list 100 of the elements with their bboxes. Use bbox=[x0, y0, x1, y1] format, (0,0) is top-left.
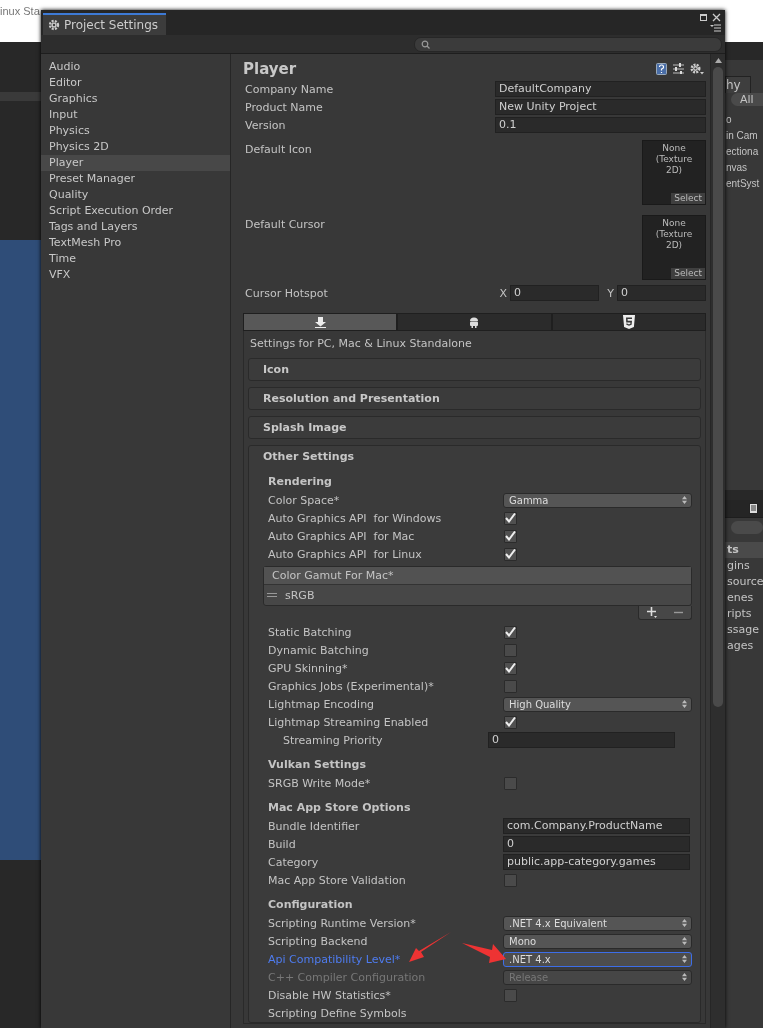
menu-icon[interactable] bbox=[710, 24, 721, 32]
gear-icon[interactable] bbox=[690, 62, 704, 75]
platform-heading: Settings for PC, Mac & Linux Standalone bbox=[250, 336, 473, 352]
checkbox[interactable] bbox=[504, 643, 517, 657]
project-item[interactable]: ages bbox=[725, 638, 763, 654]
text-field[interactable]: 0 bbox=[503, 836, 690, 852]
text-field[interactable]: DefaultCompany bbox=[495, 81, 706, 97]
sidebar-item[interactable]: Editor bbox=[41, 75, 230, 91]
dropdown[interactable]: .NET 4.x bbox=[503, 951, 692, 967]
list-item[interactable]: sRGB bbox=[264, 585, 691, 605]
dropdown[interactable]: .NET 4.x Equivalent bbox=[503, 915, 692, 931]
text-field[interactable]: com.Company.ProductName bbox=[503, 818, 690, 834]
hierarchy-search-field[interactable]: All bbox=[731, 93, 763, 106]
platform-tab[interactable] bbox=[397, 313, 552, 331]
gear-icon bbox=[48, 19, 60, 31]
setting-label: Lightmap Streaming Enabled bbox=[268, 715, 429, 729]
setting-label: Color Space* bbox=[268, 493, 340, 507]
texture-slot[interactable]: None (Texture 2D) Select bbox=[642, 215, 706, 280]
number-field[interactable]: 0 bbox=[510, 285, 599, 301]
hierarchy-item[interactable]: ectiona bbox=[725, 144, 763, 160]
sidebar-item[interactable]: Audio bbox=[41, 59, 230, 75]
project-item[interactable]: source bbox=[725, 574, 763, 590]
checkbox[interactable] bbox=[504, 715, 517, 729]
hierarchy-tab[interactable]: hy bbox=[725, 76, 751, 93]
checkbox[interactable] bbox=[504, 661, 517, 675]
checkbox[interactable] bbox=[504, 988, 517, 1002]
group-heading: Rendering bbox=[268, 475, 333, 489]
select-button[interactable]: Select bbox=[671, 268, 705, 279]
project-item[interactable]: ts bbox=[725, 542, 763, 558]
select-button[interactable]: Select bbox=[671, 193, 705, 204]
project-item[interactable]: gins bbox=[725, 558, 763, 574]
setting-label: Graphics Jobs (Experimental)* bbox=[268, 679, 434, 693]
texture-slot[interactable]: None (Texture 2D) Select bbox=[642, 140, 706, 205]
axis-label: X bbox=[498, 286, 507, 300]
project-item[interactable]: ssage bbox=[725, 622, 763, 638]
sidebar-item[interactable]: VFX bbox=[41, 267, 230, 283]
checkbox[interactable] bbox=[504, 511, 517, 525]
sidebar-item[interactable]: Script Execution Order bbox=[41, 203, 230, 219]
platform-tab[interactable] bbox=[551, 313, 706, 331]
close-icon[interactable] bbox=[712, 13, 721, 22]
hierarchy-item[interactable]: nvas bbox=[725, 160, 763, 176]
window-caption: inux Sta bbox=[0, 5, 40, 17]
search-icon bbox=[421, 39, 430, 49]
text-field[interactable]: New Unity Project bbox=[495, 99, 706, 115]
sidebar-item[interactable]: Physics bbox=[41, 123, 230, 139]
setting-label: Scripting Runtime Version* bbox=[268, 916, 416, 930]
scroll-up-icon[interactable] bbox=[714, 58, 722, 63]
checkbox[interactable] bbox=[504, 529, 517, 543]
sidebar-item[interactable]: Preset Manager bbox=[41, 171, 230, 187]
sidebar-item[interactable]: Quality bbox=[41, 187, 230, 203]
sidebar-item[interactable]: Graphics bbox=[41, 91, 230, 107]
number-field[interactable]: 0 bbox=[617, 285, 706, 301]
group-heading: Vulkan Settings bbox=[268, 758, 368, 772]
project-item[interactable]: ripts bbox=[725, 606, 763, 622]
sidebar-item[interactable]: Physics 2D bbox=[41, 139, 230, 155]
plus-icon[interactable] bbox=[647, 607, 658, 618]
field-label: Default Icon bbox=[244, 142, 313, 158]
section-header[interactable]: Resolution and Presentation bbox=[248, 387, 701, 410]
sidebar-item[interactable]: Input bbox=[41, 107, 230, 123]
scroll-thumb[interactable] bbox=[713, 67, 723, 707]
hierarchy-item[interactable]: in Cam bbox=[725, 128, 763, 144]
axis-label: Y bbox=[606, 286, 614, 300]
setting-label: Disable HW Statistics* bbox=[268, 988, 391, 1002]
checkbox[interactable] bbox=[504, 776, 517, 790]
section-header[interactable]: Icon bbox=[248, 358, 701, 381]
setting-label: Mac App Store Validation bbox=[268, 873, 406, 887]
text-field[interactable]: 0.1 bbox=[495, 117, 706, 133]
drag-handle-icon[interactable] bbox=[267, 593, 277, 597]
dropdown[interactable]: Gamma bbox=[503, 492, 692, 508]
project-item[interactable]: enes bbox=[725, 590, 763, 606]
annotation-arrow bbox=[462, 942, 506, 964]
setting-label: Dynamic Batching bbox=[268, 643, 369, 657]
sidebar-item[interactable]: TextMesh Pro bbox=[41, 235, 230, 251]
document-icon[interactable] bbox=[749, 503, 758, 514]
scrollbar[interactable] bbox=[710, 54, 725, 1028]
setting-label: Bundle Identifier bbox=[268, 819, 360, 833]
field-label: Company Name bbox=[244, 82, 335, 96]
text-field[interactable]: 0 bbox=[488, 732, 675, 748]
sidebar-item[interactable]: Tags and Layers bbox=[41, 219, 230, 235]
checkbox[interactable] bbox=[504, 547, 517, 561]
dropdown[interactable]: High Quality bbox=[503, 696, 692, 712]
setting-label: Auto Graphics API for Linux bbox=[268, 547, 422, 561]
checkbox[interactable] bbox=[504, 679, 517, 693]
hierarchy-item[interactable]: o bbox=[725, 112, 763, 128]
sliders-icon[interactable] bbox=[673, 63, 684, 74]
sidebar-item[interactable]: Player bbox=[41, 155, 230, 171]
window-tab[interactable]: Project Settings bbox=[43, 13, 167, 35]
checkbox[interactable] bbox=[504, 625, 517, 639]
help-icon[interactable] bbox=[656, 62, 667, 75]
section-header[interactable]: Splash Image bbox=[248, 416, 701, 439]
checkbox[interactable] bbox=[504, 873, 517, 887]
platform-tab[interactable] bbox=[243, 313, 398, 331]
sidebar-item[interactable]: Time bbox=[41, 251, 230, 267]
dropdown[interactable]: Mono bbox=[503, 933, 692, 949]
section-header[interactable]: Other Settings bbox=[263, 446, 692, 466]
search-field[interactable] bbox=[414, 36, 722, 52]
hierarchy-item[interactable]: entSyst bbox=[725, 176, 763, 192]
maximize-icon[interactable] bbox=[700, 14, 707, 21]
setting-label: Scripting Backend bbox=[268, 934, 368, 948]
text-field[interactable]: public.app-category.games bbox=[503, 854, 690, 870]
